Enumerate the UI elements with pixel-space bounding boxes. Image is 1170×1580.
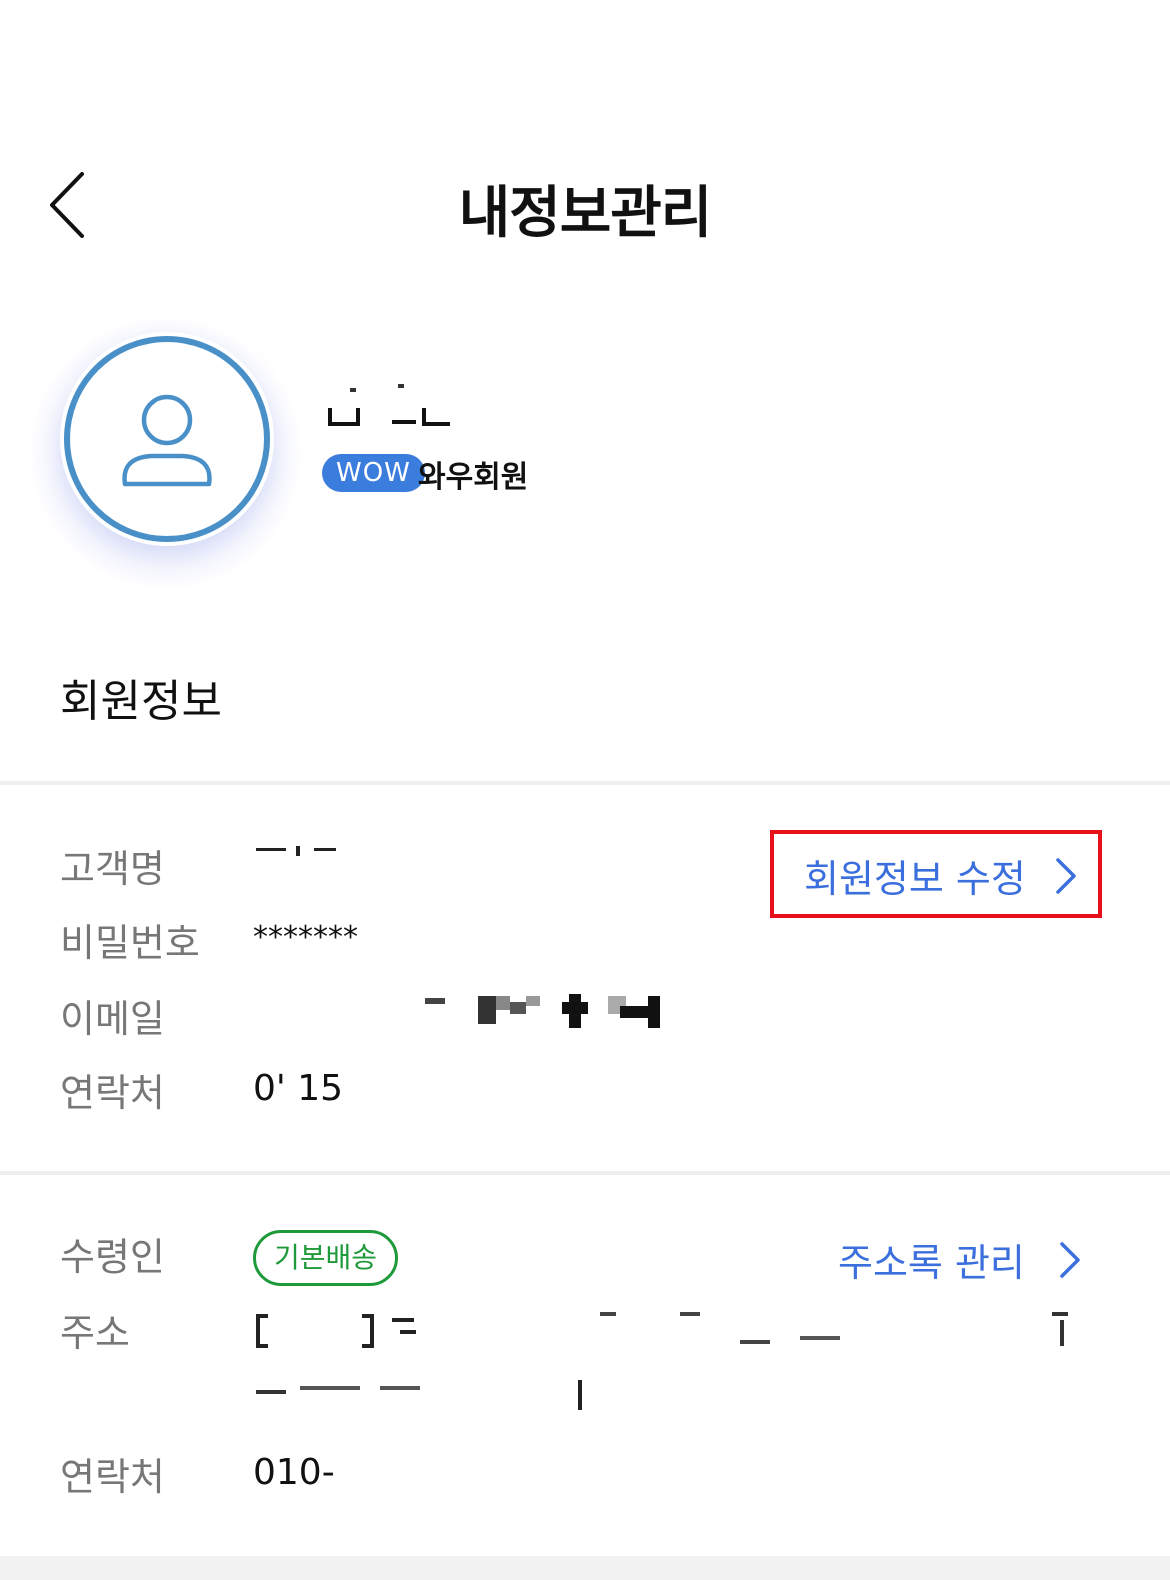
value-phone: 0' 15 (253, 1068, 344, 1109)
redacted-fragment (648, 996, 660, 1028)
redacted-fragment (392, 1318, 414, 1322)
redacted-fragment (256, 1390, 286, 1394)
edit-member-info-link[interactable]: 회원정보 수정 (770, 830, 1102, 918)
redacted-fragment (578, 1380, 582, 1410)
redacted-fragment (510, 1002, 526, 1014)
redacted-email (425, 998, 445, 1004)
user-name-redacted (328, 378, 458, 434)
redacted-fragment (740, 1340, 770, 1344)
redacted-fragment (1060, 1320, 1064, 1346)
chevron-right-icon (1060, 1242, 1080, 1278)
label-delivery-phone: 연락처 (60, 1455, 165, 1499)
redacted-fragment (256, 1344, 268, 1348)
redacted-fragment (569, 994, 581, 1028)
address-book-link[interactable]: 주소록 관리 (838, 1230, 1098, 1290)
label-customer-name: 고객명 (60, 847, 165, 891)
label-password: 비밀번호 (60, 921, 200, 965)
bottom-divider (0, 1556, 1170, 1580)
redacted-fragment (600, 1312, 616, 1316)
avatar[interactable] (64, 336, 270, 542)
row-password: 비밀번호 ******* (0, 912, 1170, 972)
redacted-fragment (380, 1386, 420, 1390)
wow-badge: WOW (322, 454, 425, 492)
redacted-fragment (800, 1336, 840, 1340)
profile-card: WOW 와우회원 (0, 320, 1170, 590)
row-email: 이메일 (0, 988, 1170, 1048)
redacted-fragment (496, 996, 510, 1010)
header-bar: 내정보관리 (0, 150, 1170, 260)
section-title-member-info: 회원정보 (60, 676, 222, 727)
row-phone: 연락처 0' 15 (0, 1062, 1170, 1122)
row-address: 주소 (0, 1302, 1170, 1362)
redacted-fragment (296, 846, 300, 856)
redacted-fragment (362, 1344, 374, 1348)
redacted-fragment (300, 1386, 360, 1390)
redacted-fragment (314, 848, 336, 851)
redacted-fragment (400, 1330, 416, 1334)
row-delivery-phone: 연락처 010- (0, 1446, 1170, 1506)
redacted-fragment (1052, 1312, 1068, 1316)
redacted-fragment (526, 996, 540, 1006)
label-email: 이메일 (60, 997, 165, 1041)
redacted-name (256, 848, 286, 851)
edit-member-info-label: 회원정보 수정 (804, 857, 1026, 901)
divider (0, 1171, 1170, 1175)
value-password: ******* (253, 920, 358, 955)
redacted-fragment (370, 1314, 374, 1348)
redacted-fragment (362, 1314, 374, 1318)
address-book-label: 주소록 관리 (838, 1241, 1025, 1285)
redacted-fragment (680, 1312, 700, 1316)
chevron-right-icon (1056, 858, 1076, 894)
divider (0, 781, 1170, 785)
redacted-fragment (478, 996, 496, 1024)
membership-label: 와우회원 (418, 460, 529, 495)
value-delivery-phone: 010- (253, 1452, 335, 1493)
page-title: 내정보관리 (458, 181, 713, 246)
redacted-fragment (256, 1314, 268, 1318)
user-icon (122, 394, 212, 487)
redacted-address (256, 1314, 260, 1348)
label-address: 주소 (60, 1311, 130, 1355)
label-phone: 연락처 (60, 1071, 165, 1115)
default-shipping-badge: 기본배송 (253, 1230, 399, 1286)
label-recipient: 수령인 (60, 1235, 165, 1279)
